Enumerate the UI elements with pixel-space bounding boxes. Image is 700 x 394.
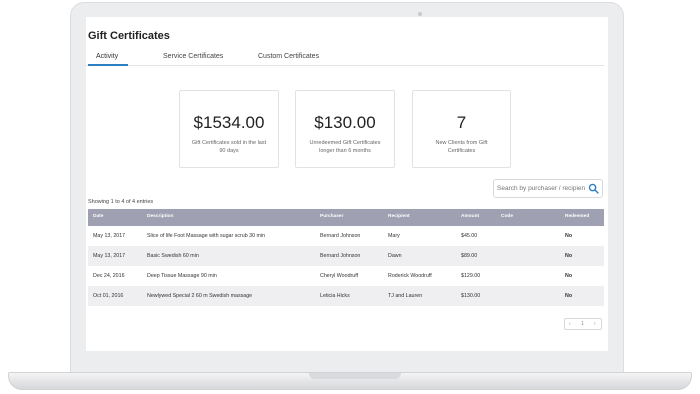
laptop-base	[8, 372, 692, 390]
search-box	[493, 179, 603, 198]
cell-recipient: Mary	[388, 233, 400, 239]
cell-purchaser: Leticia Hicks	[320, 293, 350, 299]
cell-recipient: TJ and Lauren	[388, 293, 423, 299]
cell-description: Deep Tissue Massage 90 min	[147, 273, 217, 279]
stat-value: 7	[456, 113, 467, 132]
table-row[interactable]: May 13, 2017 Basic Swedish 60 min Bernar…	[88, 246, 604, 266]
column-header-amount[interactable]: Amount	[461, 214, 479, 219]
stat-caption: New Clients from Gift Certificates	[435, 140, 488, 154]
camera-dot	[418, 12, 422, 16]
search-input[interactable]	[497, 182, 585, 195]
page-title: Gift Certificates	[88, 30, 170, 42]
search-icon[interactable]	[588, 183, 599, 194]
stat-card-new-clients: 7 New Clients from Gift Certificates	[412, 90, 511, 168]
cell-date: Dec 24, 2016	[93, 273, 125, 279]
cell-description: Newlywed Special 2 60 m Swedish massage	[147, 293, 253, 299]
cell-description: Slice of life Foot Massage with sugar sc…	[147, 233, 266, 239]
table-row[interactable]: May 13, 2017 Slice of life Foot Massage …	[88, 226, 604, 246]
cell-redeemed: No	[565, 273, 573, 279]
cell-redeemed: No	[565, 293, 573, 299]
column-header-code[interactable]: Code	[501, 214, 513, 219]
tab-bar: Activity Service Certificates Custom Cer…	[86, 50, 604, 66]
cell-redeemed: No	[565, 253, 573, 259]
cell-date: Oct 01, 2016	[93, 293, 124, 299]
pagination: ‹ 1 ›	[564, 318, 602, 330]
cell-amount: $89.00	[461, 253, 478, 259]
active-tab-indicator	[88, 64, 128, 66]
cell-date: May 13, 2017	[93, 253, 126, 259]
laptop-notch	[309, 373, 401, 379]
cell-description: Basic Swedish 60 min	[147, 253, 199, 259]
cell-recipient: Roderick Woodruff	[388, 273, 432, 279]
column-header-date[interactable]: Date	[93, 214, 103, 219]
table-row[interactable]: Dec 24, 2016 Deep Tissue Massage 90 min …	[88, 266, 604, 286]
stat-value: $130.00	[314, 113, 376, 132]
table-header: Date Description Purchaser Recipient Amo…	[88, 209, 604, 226]
stat-card-unredeemed: $130.00 Unredeemed Gift Certificates lon…	[295, 90, 395, 168]
column-header-description[interactable]: Description	[147, 214, 173, 219]
cell-date: May 13, 2017	[93, 233, 126, 239]
tab-activity[interactable]: Activity	[96, 53, 118, 60]
cell-purchaser: Bernard Johnson	[320, 233, 361, 239]
pagination-page-1[interactable]: 1	[581, 321, 584, 327]
cell-amount: $45.00	[461, 233, 478, 239]
tab-custom-certificates[interactable]: Custom Certificates	[258, 53, 319, 60]
column-header-purchaser[interactable]: Purchaser	[320, 214, 343, 219]
column-header-recipient[interactable]: Recipient	[388, 214, 410, 219]
stat-card-sold: $1534.00 Gift Certificates sold in the l…	[179, 90, 279, 168]
column-header-redeemed[interactable]: Redeemed	[565, 214, 589, 219]
cell-purchaser: Bernard Johnson	[320, 253, 361, 259]
tab-service-certificates[interactable]: Service Certificates	[163, 53, 223, 60]
stat-value: $1534.00	[193, 113, 265, 132]
app-screen: Gift Certificates Activity Service Certi…	[86, 17, 608, 351]
stat-caption: Unredeemed Gift Certificates longer than…	[309, 140, 381, 154]
cell-purchaser: Cheryl Woodruff	[320, 273, 359, 279]
cell-redeemed: No	[565, 233, 573, 239]
certificates-table: Date Description Purchaser Recipient Amo…	[88, 209, 604, 306]
cell-recipient: Dawn	[388, 253, 402, 259]
table-row[interactable]: Oct 01, 2016 Newlywed Special 2 60 m Swe…	[88, 286, 604, 306]
entries-count: Showing 1 to 4 of 4 entries	[88, 199, 154, 205]
cell-amount: $129.00	[461, 273, 481, 279]
cell-amount: $130.00	[461, 293, 481, 299]
pagination-next-button[interactable]: ›	[594, 321, 596, 327]
stat-caption: Gift Certificates sold in the last 90 da…	[191, 140, 267, 154]
pagination-prev-button[interactable]: ‹	[569, 321, 571, 327]
